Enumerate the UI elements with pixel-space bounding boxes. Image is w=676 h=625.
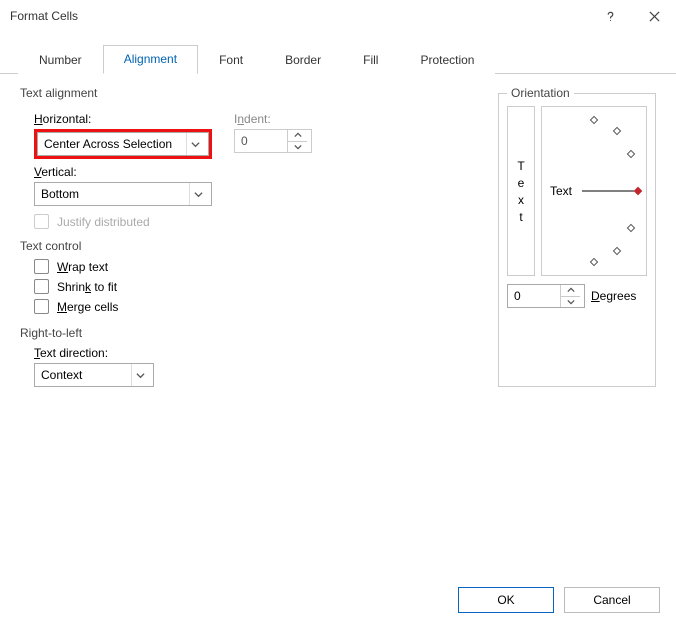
spin-up-icon[interactable] xyxy=(561,285,580,297)
degrees-spinner[interactable] xyxy=(507,284,585,308)
text-direction-select[interactable]: Context xyxy=(34,363,154,387)
text-direction-value: Context xyxy=(41,368,82,382)
spin-down-icon[interactable] xyxy=(561,297,580,308)
tab-number[interactable]: Number xyxy=(18,46,103,74)
shrink-to-fit-label: Shrink to fit xyxy=(57,280,117,294)
spin-down-icon xyxy=(288,142,307,153)
spin-up-icon xyxy=(288,130,307,142)
vertical-label: Vertical: xyxy=(34,165,212,179)
degrees-label: Degrees xyxy=(591,289,636,303)
window-title: Format Cells xyxy=(10,9,588,23)
vertical-text-button[interactable]: Text xyxy=(507,106,535,276)
tab-fill[interactable]: Fill xyxy=(342,46,399,74)
close-button[interactable] xyxy=(632,0,676,32)
cancel-button[interactable]: Cancel xyxy=(564,587,660,613)
horizontal-select[interactable]: Center Across Selection xyxy=(37,132,209,156)
ok-button[interactable]: OK xyxy=(458,587,554,613)
help-button[interactable] xyxy=(588,0,632,32)
text-control-heading: Text control xyxy=(20,239,484,253)
vertical-value: Bottom xyxy=(41,187,79,201)
tab-alignment[interactable]: Alignment xyxy=(103,45,198,74)
vertical-select[interactable]: Bottom xyxy=(34,182,212,206)
horizontal-highlight: Center Across Selection xyxy=(34,129,212,159)
chevron-down-icon xyxy=(131,364,149,386)
tab-border[interactable]: Border xyxy=(264,46,342,74)
merge-cells-label: Merge cells xyxy=(57,300,118,314)
rtl-heading: Right-to-left xyxy=(20,326,484,340)
indent-value xyxy=(235,134,287,148)
tab-protection[interactable]: Protection xyxy=(399,46,495,74)
justify-distributed-label: Justify distributed xyxy=(57,215,150,229)
wrap-text-label: Wrap text xyxy=(57,260,108,274)
chevron-down-icon xyxy=(186,133,204,155)
tab-bar: Number Alignment Font Border Fill Protec… xyxy=(0,32,676,74)
degrees-value[interactable] xyxy=(508,289,560,303)
orientation-dial[interactable]: Text xyxy=(541,106,647,276)
indent-spinner xyxy=(234,129,312,153)
titlebar: Format Cells xyxy=(0,0,676,32)
justify-distributed-checkbox xyxy=(34,214,49,229)
merge-cells-checkbox[interactable] xyxy=(34,299,49,314)
dial-line xyxy=(582,191,636,192)
orientation-group: Orientation Text Text xyxy=(498,86,656,387)
shrink-to-fit-checkbox[interactable] xyxy=(34,279,49,294)
wrap-text-checkbox[interactable] xyxy=(34,259,49,274)
horizontal-label: Horizontal: xyxy=(34,112,212,126)
text-direction-label: Text direction: xyxy=(34,346,484,360)
horizontal-value: Center Across Selection xyxy=(44,137,172,151)
chevron-down-icon xyxy=(189,183,207,205)
tab-font[interactable]: Font xyxy=(198,46,264,74)
orientation-legend: Orientation xyxy=(507,86,574,100)
indent-label: Indent: xyxy=(234,112,312,126)
text-alignment-heading: Text alignment xyxy=(20,86,484,100)
dial-text-label: Text xyxy=(550,184,572,198)
